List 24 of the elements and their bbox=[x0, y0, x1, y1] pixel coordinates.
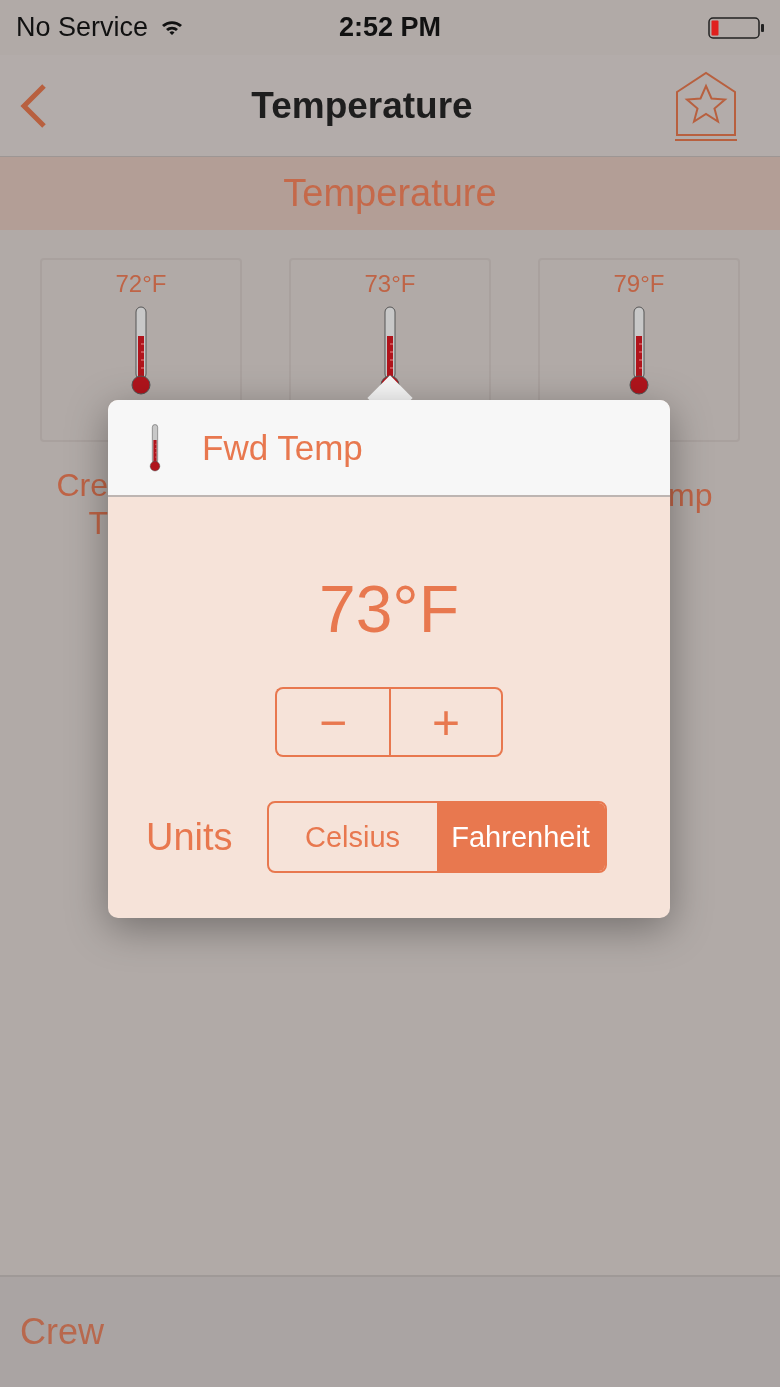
sensor-reading: 79°F bbox=[613, 270, 665, 298]
tab-bar-label[interactable]: Crew bbox=[20, 1311, 104, 1353]
carrier-text: No Service bbox=[16, 12, 149, 43]
thermometer-icon bbox=[148, 423, 162, 472]
decrease-button[interactable]: − bbox=[275, 687, 389, 757]
star-badge-icon bbox=[674, 69, 738, 142]
sensor-reading: 72°F bbox=[115, 270, 167, 298]
section-header: Temperature bbox=[0, 157, 780, 230]
sensor-label: Cre bbox=[56, 466, 108, 504]
temperature-value: 73°F bbox=[318, 571, 460, 647]
status-time: 2:52 PM bbox=[338, 12, 441, 43]
sensor-label: mp bbox=[668, 476, 714, 514]
thermometer-icon bbox=[629, 306, 649, 396]
unit-option[interactable]: Fahrenheit bbox=[436, 803, 605, 871]
wifi-icon bbox=[160, 18, 185, 37]
sensor-label: T bbox=[88, 504, 108, 542]
units-label: Units bbox=[146, 815, 233, 859]
favorite-button[interactable] bbox=[674, 69, 738, 142]
battery-icon bbox=[708, 15, 766, 40]
nav-title: Temperature bbox=[251, 84, 473, 127]
unit-option[interactable]: Celsius bbox=[268, 803, 437, 871]
thermometer-icon bbox=[131, 306, 151, 396]
sensor-reading: 73°F bbox=[364, 270, 416, 298]
increase-button[interactable]: + bbox=[389, 687, 503, 757]
